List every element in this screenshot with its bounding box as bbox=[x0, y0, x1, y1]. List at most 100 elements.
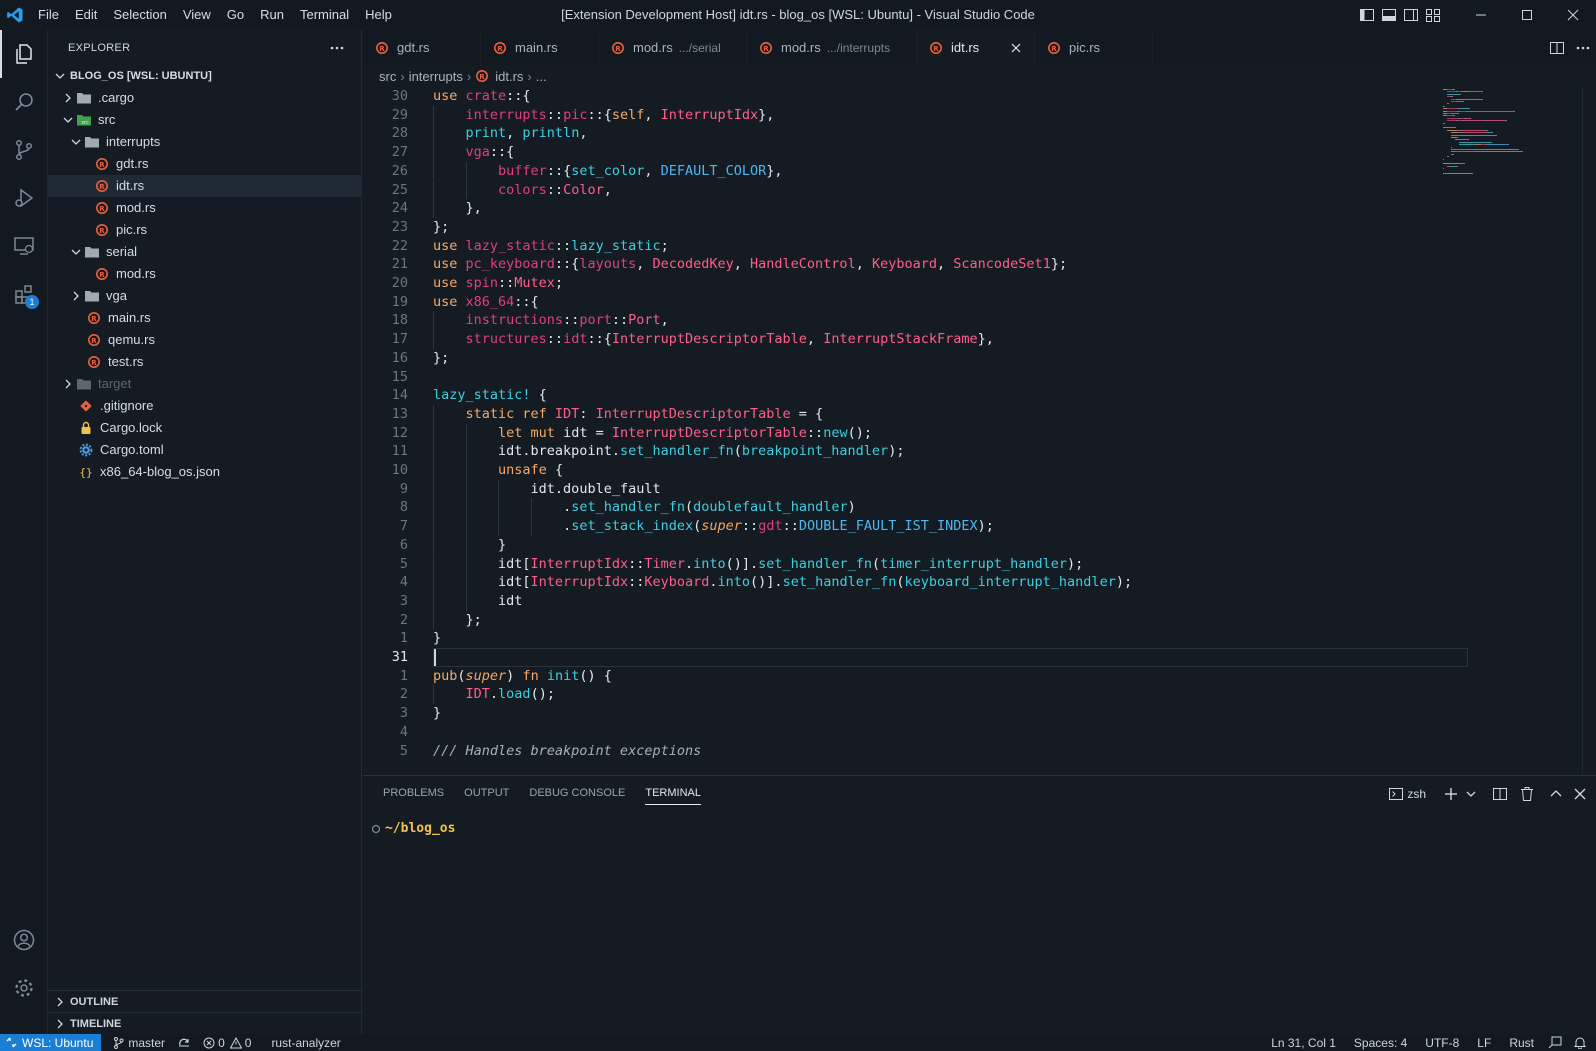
split-editor-icon[interactable] bbox=[1544, 30, 1570, 65]
code-line: 14 lazy_static! { bbox=[363, 386, 1463, 405]
menu-go[interactable]: Go bbox=[219, 0, 252, 30]
more-actions-icon[interactable] bbox=[327, 38, 347, 58]
breadcrumb-item[interactable]: interrupts bbox=[409, 69, 463, 84]
customize-layout-icon[interactable] bbox=[1422, 0, 1444, 30]
panel-tab-output[interactable]: OUTPUT bbox=[454, 776, 519, 811]
file-item[interactable]: Ridt.rs bbox=[48, 175, 361, 197]
code-editor[interactable]: 30 use crate::{29 interrupts::pic::{self, … bbox=[363, 87, 1596, 775]
workspace-root[interactable]: BLOG_OS [WSL: UBUNTU] bbox=[48, 65, 361, 87]
panel-tab-terminal[interactable]: TERMINAL bbox=[635, 776, 711, 811]
toggle-primary-sidebar-icon[interactable] bbox=[1356, 0, 1378, 30]
line-number: 2 bbox=[399, 686, 408, 703]
file-item[interactable]: Rmain.rs bbox=[48, 307, 361, 329]
code-token: (); bbox=[847, 424, 872, 441]
tab-mod-rs[interactable]: Rmod.rs .../serial bbox=[599, 30, 747, 65]
indentation[interactable]: Spaces: 4 bbox=[1348, 1034, 1413, 1051]
folder-item[interactable]: serial bbox=[48, 241, 361, 263]
remote-indicator[interactable]: WSL: Ubuntu bbox=[0, 1034, 102, 1051]
menu-run[interactable]: Run bbox=[252, 0, 292, 30]
breadcrumb-item[interactable]: ... bbox=[536, 69, 547, 84]
source-control-icon[interactable] bbox=[0, 126, 48, 174]
tab-gdt-rs[interactable]: Rgdt.rs bbox=[363, 30, 481, 65]
folder-item[interactable]: .cargo bbox=[48, 87, 361, 109]
timeline-section[interactable]: TIMELINE bbox=[48, 1012, 362, 1034]
search-icon[interactable] bbox=[0, 78, 48, 126]
panel-tab-problems[interactable]: PROBLEMS bbox=[373, 776, 454, 811]
menu-selection[interactable]: Selection bbox=[105, 0, 174, 30]
code-token: , bbox=[636, 256, 653, 273]
close-panel-icon[interactable] bbox=[1570, 776, 1590, 811]
terminal-shell-selector[interactable]: zsh bbox=[1385, 776, 1430, 811]
toggle-secondary-sidebar-icon[interactable] bbox=[1400, 0, 1422, 30]
file-item[interactable]: Rmod.rs bbox=[48, 263, 361, 285]
tab-idt-rs[interactable]: Ridt.rs bbox=[917, 30, 1035, 65]
breadcrumb-item[interactable]: idt.rs bbox=[495, 69, 523, 84]
toggle-panel-icon[interactable] bbox=[1378, 0, 1400, 30]
minimap-stroke bbox=[1452, 115, 1455, 117]
code-text: }; bbox=[433, 218, 449, 237]
accounts-icon[interactable] bbox=[0, 916, 48, 964]
close-tab-icon[interactable] bbox=[1008, 40, 1024, 56]
code-token: crate bbox=[465, 88, 507, 104]
code-token: idt.double_fault bbox=[530, 480, 661, 497]
file-item[interactable]: Rpic.rs bbox=[48, 219, 361, 241]
notifications-bell-icon[interactable] bbox=[1568, 1034, 1592, 1051]
end-of-line[interactable]: LF bbox=[1471, 1034, 1497, 1051]
cursor-position[interactable]: Ln 31, Col 1 bbox=[1265, 1034, 1342, 1051]
folder-item[interactable]: vga bbox=[48, 285, 361, 307]
language-server-status[interactable]: rust-analyzer bbox=[265, 1034, 346, 1051]
chevron-down-icon[interactable] bbox=[1462, 776, 1480, 811]
breadcrumb-item[interactable]: src bbox=[379, 69, 396, 84]
manage-gear-icon[interactable] bbox=[0, 964, 48, 1012]
maximize-button[interactable] bbox=[1504, 0, 1550, 30]
outline-section[interactable]: OUTLINE bbox=[48, 990, 362, 1012]
language-mode[interactable]: Rust bbox=[1503, 1034, 1540, 1051]
file-item[interactable]: .gitignore bbox=[48, 395, 361, 417]
extensions-icon[interactable]: 1 bbox=[0, 270, 48, 318]
line-number: 28 bbox=[391, 125, 408, 142]
split-terminal-icon[interactable] bbox=[1488, 776, 1512, 811]
file-item[interactable]: Cargo.toml bbox=[48, 439, 361, 461]
minimap-stroke bbox=[1505, 120, 1507, 122]
file-item[interactable]: Rtest.rs bbox=[48, 351, 361, 373]
tab-main-rs[interactable]: Rmain.rs bbox=[481, 30, 599, 65]
tab-mod-rs[interactable]: Rmod.rs .../interrupts bbox=[747, 30, 917, 65]
file-item[interactable]: Rgdt.rs bbox=[48, 153, 361, 175]
menu-help[interactable]: Help bbox=[357, 0, 400, 30]
explorer-icon[interactable] bbox=[0, 30, 48, 78]
encoding[interactable]: UTF-8 bbox=[1419, 1034, 1465, 1051]
file-item[interactable]: Rmod.rs bbox=[48, 197, 361, 219]
minimap[interactable] bbox=[1441, 87, 1581, 775]
run-debug-icon[interactable] bbox=[0, 174, 48, 222]
menu-edit[interactable]: Edit bbox=[67, 0, 105, 30]
folder-item[interactable]: interrupts bbox=[48, 131, 361, 153]
minimap-stroke bbox=[1443, 127, 1454, 129]
new-terminal-icon[interactable] bbox=[1440, 776, 1462, 811]
code-line: 15 bbox=[363, 368, 1463, 387]
close-window-button[interactable] bbox=[1550, 0, 1596, 30]
folder-item[interactable]: src src bbox=[48, 109, 361, 131]
chevron-up-icon[interactable] bbox=[1546, 776, 1566, 811]
panel-tab-debug-console[interactable]: DEBUG CONSOLE bbox=[519, 776, 635, 811]
tab-pic-rs[interactable]: Rpic.rs bbox=[1035, 30, 1153, 65]
editor-scrollbar[interactable] bbox=[1582, 87, 1596, 775]
feedback-icon[interactable] bbox=[1542, 1034, 1568, 1051]
minimize-button[interactable] bbox=[1458, 0, 1504, 30]
terminal-area[interactable]: ~/blog_os bbox=[363, 811, 1596, 1035]
code-token: :: bbox=[741, 518, 759, 535]
menu-view[interactable]: View bbox=[175, 0, 219, 30]
minimap-stroke bbox=[1443, 122, 1445, 124]
branch-indicator[interactable]: master bbox=[107, 1034, 171, 1051]
problems-indicator[interactable]: 0 0 bbox=[197, 1034, 257, 1051]
menu-terminal[interactable]: Terminal bbox=[292, 0, 357, 30]
file-item[interactable]: {} x86_64-blog_os.json bbox=[48, 461, 361, 483]
sync-icon[interactable] bbox=[171, 1034, 197, 1051]
remote-explorer-icon[interactable] bbox=[0, 222, 48, 270]
more-actions-icon[interactable] bbox=[1570, 30, 1596, 65]
menu-file[interactable]: File bbox=[30, 0, 67, 30]
trash-icon[interactable] bbox=[1516, 776, 1538, 811]
file-item[interactable]: Rqemu.rs bbox=[48, 329, 361, 351]
code-text: idt[InterruptIdx::Timer.into()].set_hand… bbox=[498, 555, 1083, 574]
file-item[interactable]: Cargo.lock bbox=[48, 417, 361, 439]
folder-item[interactable]: target bbox=[48, 373, 361, 395]
